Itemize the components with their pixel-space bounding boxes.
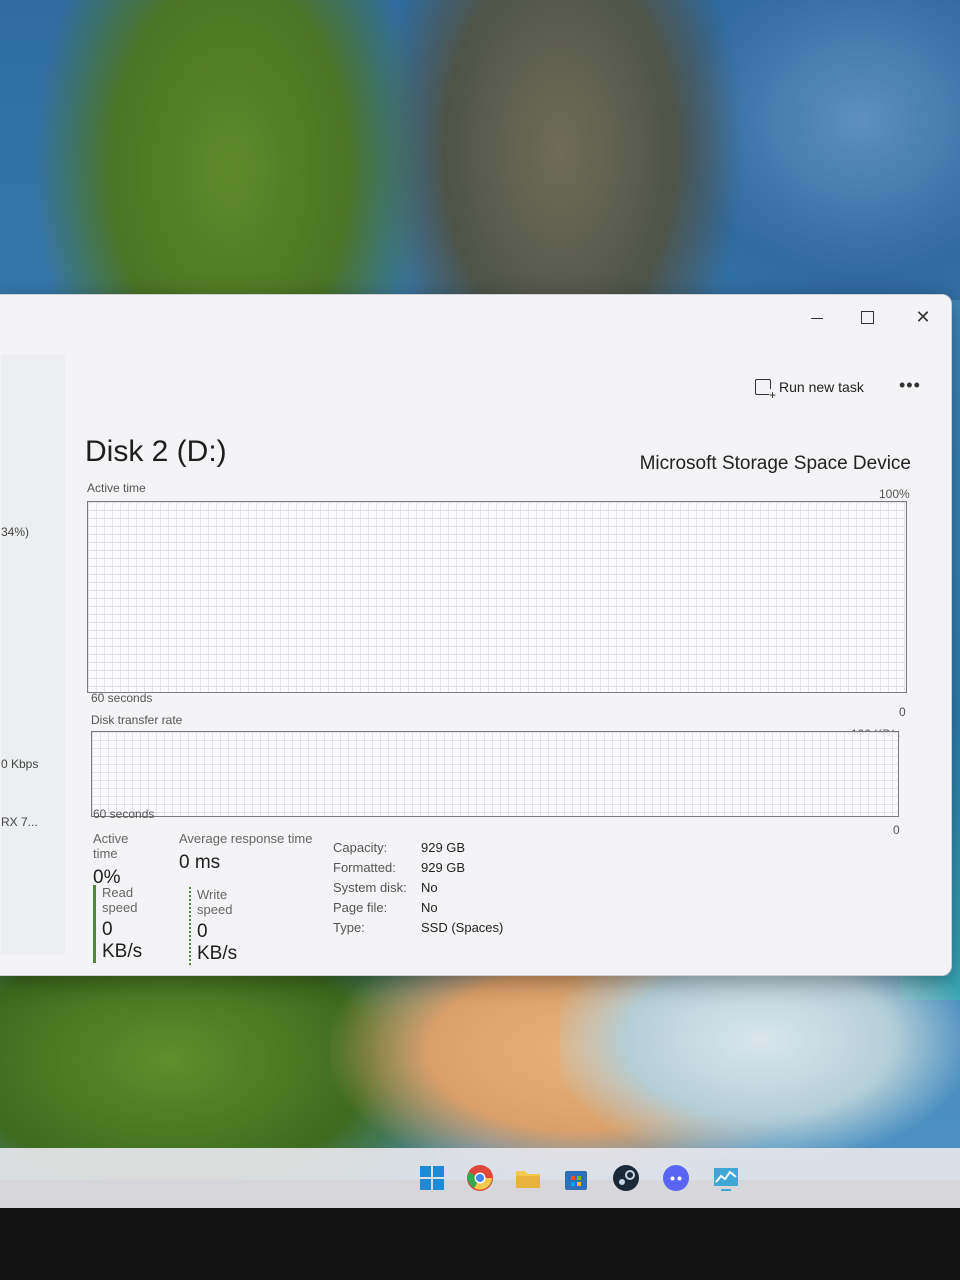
write-speed-label: Write speed bbox=[197, 887, 233, 917]
steam-icon[interactable] bbox=[612, 1164, 640, 1192]
write-speed-value: 0 KB/s bbox=[197, 921, 238, 964]
property-key: Capacity: bbox=[333, 839, 388, 855]
close-button[interactable]: ✕ bbox=[901, 301, 945, 333]
device-model: Microsoft Storage Space Device bbox=[639, 453, 911, 474]
sidebar-item-fragment[interactable]: 0 Kbps bbox=[1, 757, 38, 771]
avg-response-stat: Average response time 0 ms bbox=[179, 831, 329, 874]
active-time-graph-min: 0 bbox=[899, 705, 906, 719]
wallpaper-surf bbox=[560, 960, 960, 1180]
microsoft-store-icon[interactable] bbox=[562, 1164, 590, 1192]
sidebar-list: 34%) 0 Kbps RX 7... bbox=[1, 355, 65, 955]
task-manager-window: 34%) 0 Kbps RX 7... ✕ Run new task ••• D… bbox=[0, 294, 952, 976]
sidebar-item-fragment[interactable]: RX 7... bbox=[1, 815, 38, 829]
property-value: No bbox=[421, 899, 438, 915]
transfer-rate-graph-duration: 60 seconds bbox=[93, 807, 155, 821]
run-new-task-icon bbox=[755, 379, 777, 401]
property-row: System disk: No bbox=[333, 877, 503, 897]
chrome-icon[interactable] bbox=[466, 1164, 494, 1192]
run-new-task-button[interactable]: Run new task bbox=[755, 379, 864, 401]
discord-icon[interactable] bbox=[662, 1164, 690, 1192]
active-time-graph bbox=[87, 501, 907, 693]
file-explorer-icon[interactable] bbox=[514, 1164, 542, 1192]
avg-response-stat-value: 0 ms bbox=[179, 852, 221, 873]
property-value: 929 GB bbox=[421, 839, 466, 855]
property-key: System disk: bbox=[333, 879, 407, 895]
property-value: No bbox=[421, 879, 438, 895]
property-row: Type: SSD (Spaces) bbox=[333, 917, 503, 937]
read-speed-label: Read speed bbox=[102, 885, 138, 915]
disk-properties: Capacity: 929 GB Formatted: 929 GB Syste… bbox=[333, 837, 503, 937]
property-row: Capacity: 929 GB bbox=[333, 837, 503, 857]
page-title: Disk 2 (D:) bbox=[85, 435, 227, 468]
read-speed-stat: Read speed 0 KB/s bbox=[93, 885, 142, 963]
read-speed-value: 0 KB/s bbox=[102, 919, 143, 962]
active-time-stat: Active time 0% bbox=[93, 831, 128, 889]
property-row: Formatted: 929 GB bbox=[333, 857, 503, 877]
sidebar-item-fragment[interactable]: 34%) bbox=[1, 525, 29, 539]
property-key: Formatted: bbox=[333, 859, 396, 875]
taskbar bbox=[0, 1148, 960, 1208]
write-speed-stat: Write speed 0 KB/s bbox=[189, 887, 237, 965]
property-key: Page file: bbox=[333, 899, 388, 915]
maximize-icon bbox=[860, 310, 874, 324]
minimize-icon bbox=[811, 317, 823, 319]
active-time-graph-label: Active time bbox=[87, 481, 146, 495]
property-row: Page file: No bbox=[333, 897, 503, 917]
property-key: Type: bbox=[333, 919, 365, 935]
property-value: 929 GB bbox=[421, 859, 466, 875]
monitor-bezel bbox=[0, 1208, 960, 1280]
minimize-button[interactable] bbox=[795, 301, 839, 333]
transfer-rate-graph bbox=[91, 731, 899, 817]
avg-response-stat-label: Average response time bbox=[179, 831, 313, 846]
maximize-button[interactable] bbox=[845, 301, 889, 333]
run-new-task-label: Run new task bbox=[779, 379, 864, 395]
task-manager-icon[interactable] bbox=[712, 1164, 740, 1192]
active-time-graph-duration: 60 seconds bbox=[91, 691, 153, 705]
property-value: SSD (Spaces) bbox=[421, 919, 504, 935]
active-time-stat-label: Active time bbox=[93, 831, 129, 861]
more-options-button[interactable]: ••• bbox=[899, 375, 921, 396]
windows-start-icon[interactable] bbox=[418, 1164, 446, 1192]
active-time-graph-max: 100% bbox=[879, 487, 910, 501]
transfer-rate-graph-label: Disk transfer rate bbox=[91, 713, 183, 727]
close-icon: ✕ bbox=[915, 306, 931, 327]
transfer-rate-graph-min: 0 bbox=[893, 823, 900, 837]
